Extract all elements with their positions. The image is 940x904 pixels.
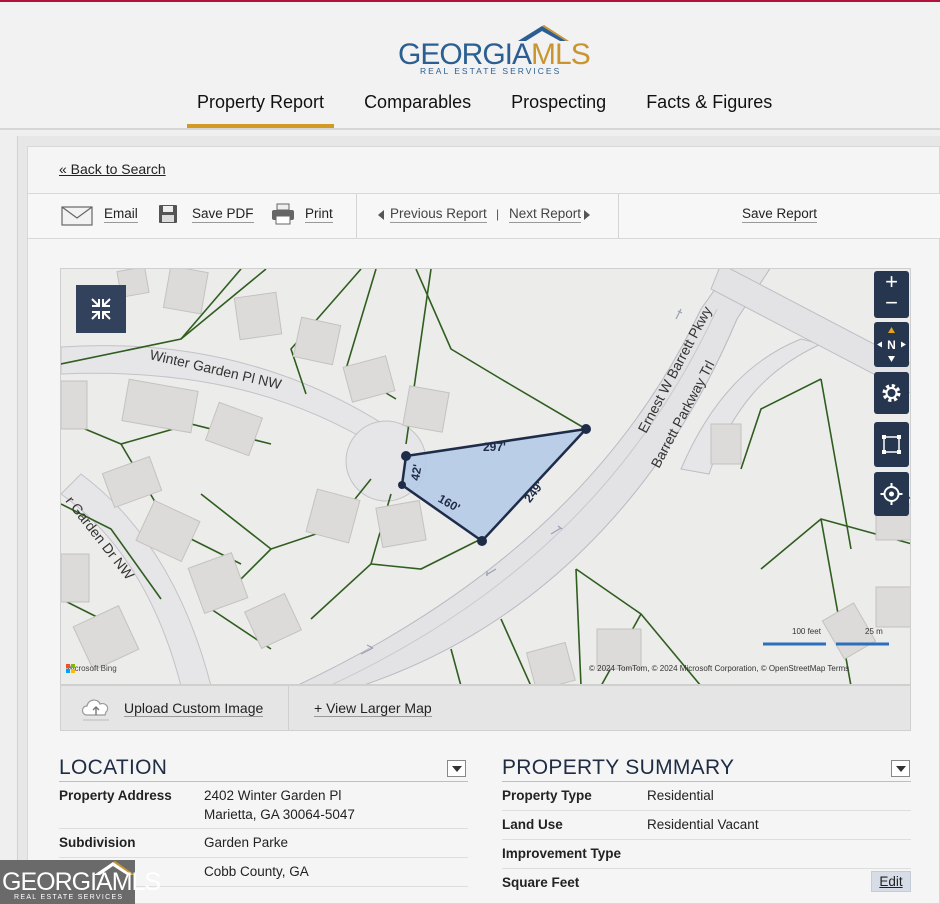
save-pdf-button[interactable]: Save PDF [192,206,254,223]
tab-prospecting[interactable]: Prospecting [501,90,616,126]
location-label-subdivision: Subdivision [59,835,136,850]
zoom-out-button[interactable]: − [874,292,909,314]
summary-row-divider [502,839,911,840]
print-button[interactable]: Print [305,206,333,223]
property-map[interactable]: 297' 42' 160' 249' Winter Garden Pl NW r… [60,268,911,685]
summary-label-improvement-type: Improvement Type [502,846,622,861]
location-value-subdivision: Garden Parke [204,835,289,850]
summary-label-land-use: Land Use [502,817,563,832]
tab-property-report[interactable]: Property Report [187,90,335,128]
location-value-county: Cobb County, GA [204,864,309,879]
footer-georgiamls-logo[interactable]: GEORGIAMLS REAL ESTATE SERVICES [0,860,161,904]
tab-facts-figures[interactable]: Facts & Figures [636,90,782,126]
toolbar-divider-2 [618,194,619,238]
logo-tagline: REAL ESTATE SERVICES [420,66,562,76]
microsoft-logo-icon [66,664,75,673]
compass-control[interactable]: N [874,322,909,367]
gear-icon [882,384,901,402]
upload-custom-image-button[interactable]: Upload Custom Image [124,700,264,717]
back-row: « Back to Search [28,147,940,194]
next-arrow-icon[interactable] [584,210,590,220]
summary-label-square-feet: Square Feet [502,875,580,890]
main-nav: Property Report Comparables Prospecting … [187,90,802,130]
save-disk-icon[interactable] [158,204,178,224]
draw-area-button[interactable] [874,422,909,467]
toolbar-divider [356,194,357,238]
footer-logo-tagline: REAL ESTATE SERVICES [14,894,124,901]
summary-value-property-type: Residential [647,788,714,803]
map-footer: Upload Custom Image + View Larger Map [60,685,911,731]
scale-meters: 25 m [865,627,883,636]
location-row-divider [59,857,468,858]
map-canvas[interactable]: 297' 42' 160' 249' Winter Garden Pl NW r… [61,269,911,685]
report-toolbar: Email Save PDF Print Previous Report | N… [28,194,940,239]
summary-value-land-use: Residential Vacant [647,817,759,832]
parcel-dim-north: 297' [483,440,506,454]
email-button[interactable]: Email [104,206,138,223]
parcel-dim-west: 42' [408,463,425,482]
square-feet-edit-button[interactable]: Edit [871,871,911,892]
crosshair-icon [880,483,903,505]
zoom-control: + − [874,271,909,318]
location-toggle-dropdown[interactable] [447,760,466,777]
site-header: GEORGIAMLS REAL ESTATE SERVICES Property… [0,2,940,130]
location-title-line [59,781,468,782]
email-icon[interactable] [61,206,93,226]
summary-row-divider [502,868,911,869]
previous-report-button[interactable]: Previous Report [390,206,487,223]
back-to-search-link[interactable]: « Back to Search [59,161,166,177]
cloud-upload-icon[interactable] [79,693,113,723]
property-summary-title: PROPERTY SUMMARY [502,756,735,779]
map-footer-divider [288,686,289,730]
map-provider-logo: Microsoft Bing [66,664,117,673]
georgiamls-logo[interactable]: GEORGIAMLS REAL ESTATE SERVICES [398,20,591,78]
select-area-icon [882,435,901,454]
compass-north-label: N [887,338,896,352]
map-settings-button[interactable] [874,372,909,414]
location-value-address-line2: Marietta, GA 30064-5047 [204,807,355,822]
location-title: LOCATION [59,756,168,779]
next-report-button[interactable]: Next Report [509,206,582,223]
printer-icon[interactable] [271,202,295,226]
view-larger-map-link[interactable]: + View Larger Map [314,700,432,717]
tab-comparables[interactable]: Comparables [354,90,481,126]
scale-feet: 100 feet [792,627,821,636]
collapse-map-button[interactable] [76,285,126,333]
summary-toggle-dropdown[interactable] [891,760,910,777]
summary-row-divider [502,810,911,811]
location-value-address-line1: 2402 Winter Garden Pl [204,788,342,803]
location-row-divider [59,828,468,829]
summary-title-line [502,781,911,782]
map-attribution[interactable]: © 2024 TomTom, © 2024 Microsoft Corporat… [589,664,849,673]
report-nav-divider: | [496,207,500,221]
previous-arrow-icon[interactable] [378,210,384,220]
summary-label-property-type: Property Type [502,788,592,803]
locate-me-button[interactable] [874,472,909,516]
save-report-button[interactable]: Save Report [742,206,818,223]
footer-logo-word-mls: MLS [111,868,161,896]
location-label-address: Property Address [59,788,172,803]
collapse-arrows-icon [91,298,111,320]
footer-logo-word-georgia: GEORGIA [2,868,113,896]
